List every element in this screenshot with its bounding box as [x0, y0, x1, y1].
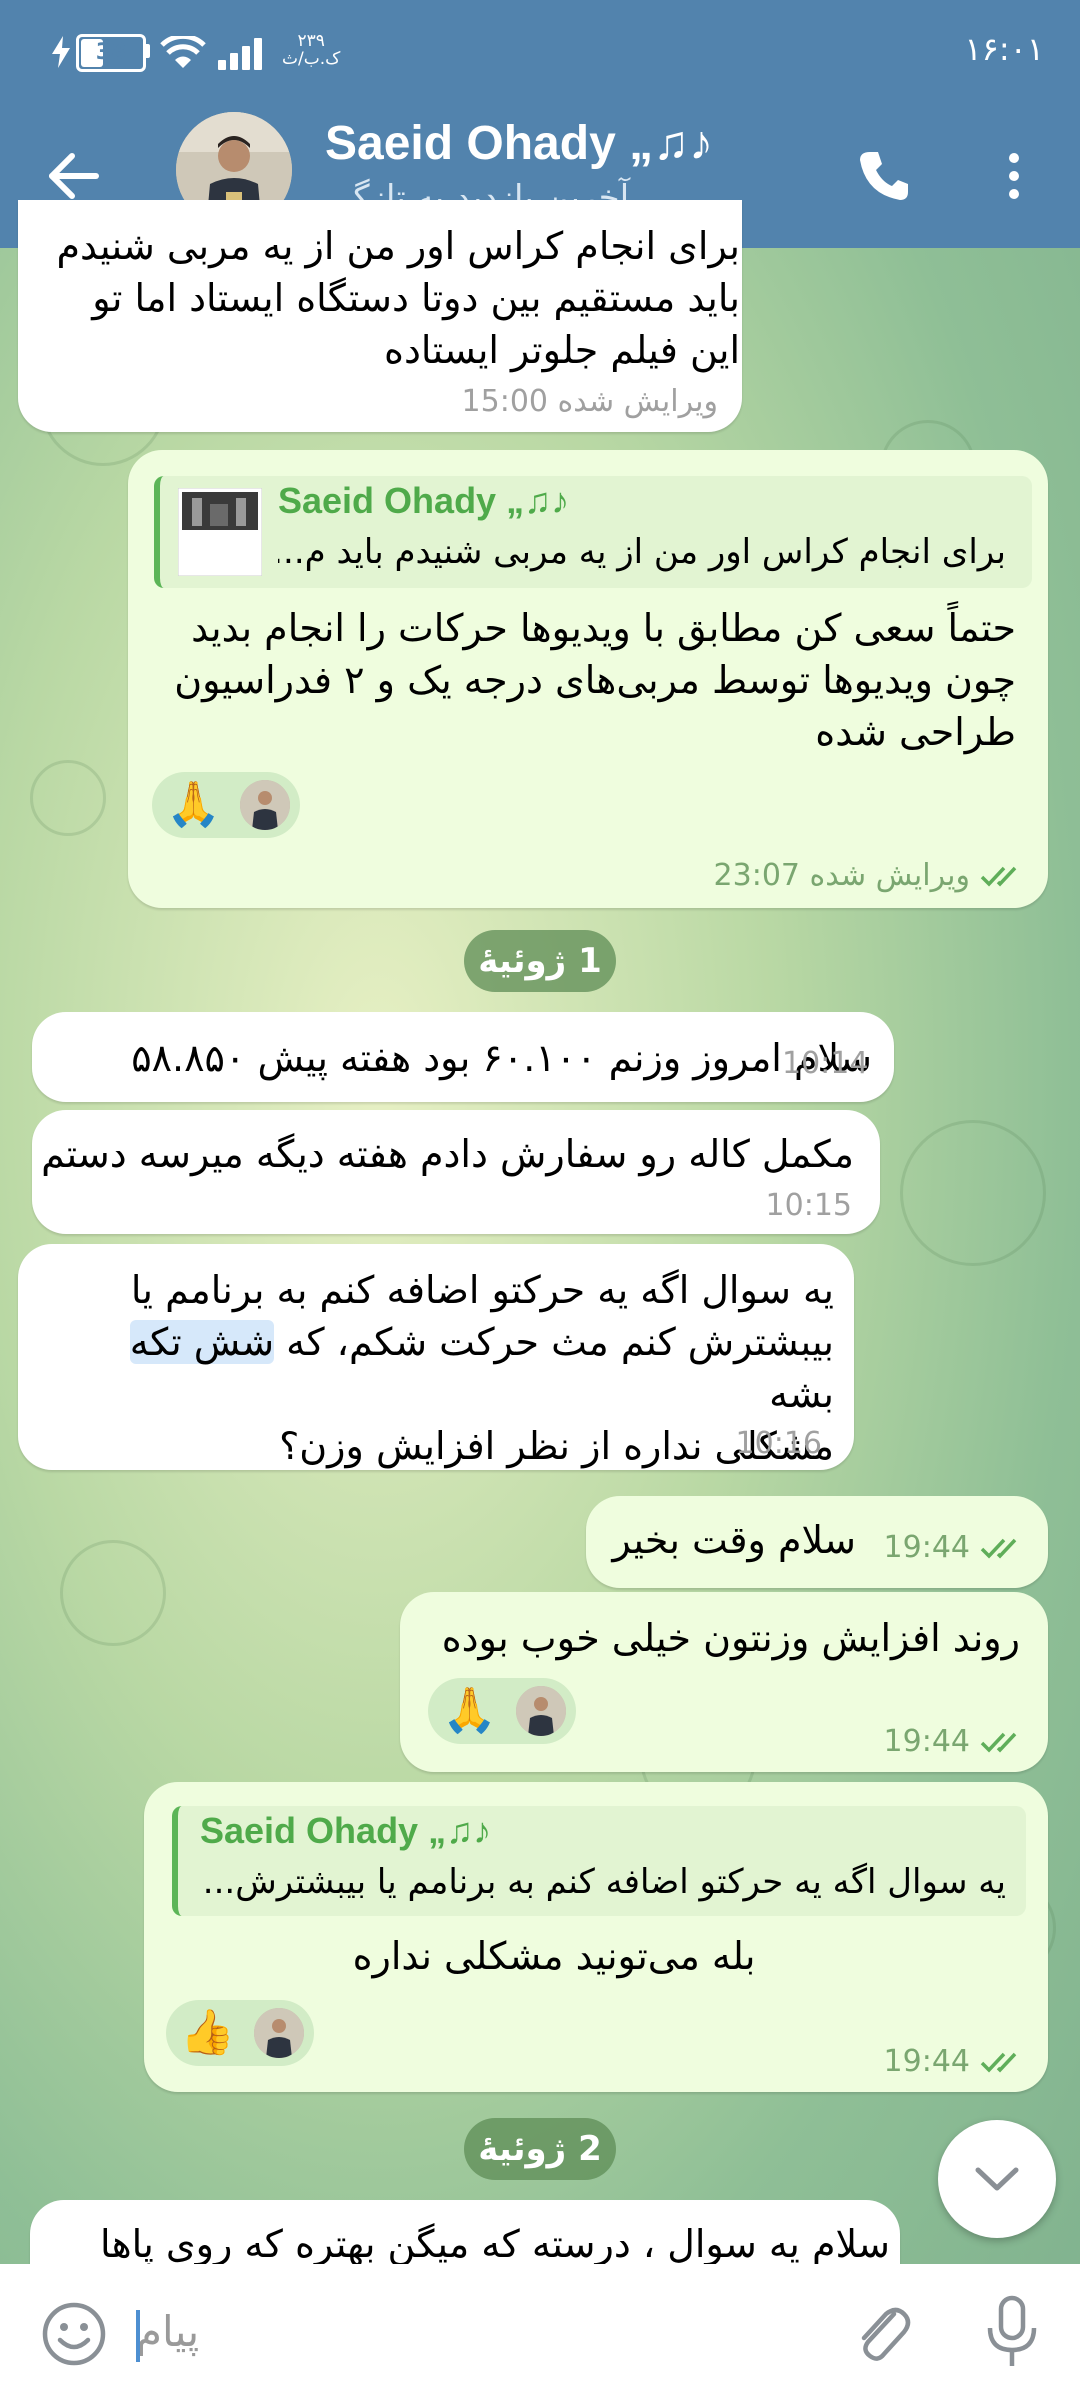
- back-arrow-icon[interactable]: [44, 146, 104, 206]
- reaction-emoji: 👍: [180, 2007, 235, 2058]
- contact-name[interactable]: Saeid Ohady „♫♪: [325, 116, 713, 171]
- message-time: 19:44: [884, 1724, 1026, 1759]
- reaction-chip[interactable]: 🙏: [152, 772, 300, 838]
- reply-author: Saeid Ohady „♫♪: [200, 1810, 492, 1851]
- mic-icon[interactable]: [982, 2294, 1042, 2372]
- wifi-icon: [160, 36, 206, 68]
- reaction-avatar: [516, 1686, 566, 1736]
- double-check-icon: [980, 866, 1017, 887]
- reply-quote: برای انجام کراس اور من از یه مربی شنیدم …: [278, 532, 1006, 572]
- message-incoming[interactable]: یه سوال اگه یه حرکتو اضافه کنم به برنامم…: [18, 1244, 854, 1470]
- double-check-icon: [980, 1732, 1017, 1753]
- chevron-down-icon: [975, 2167, 1019, 2191]
- message-time: 10:16: [735, 1426, 822, 1461]
- date-separator: 1 ژوئیهٔ: [464, 930, 616, 992]
- battery-level: 38: [95, 40, 127, 65]
- highlighted-text: شش تکه: [129, 1320, 275, 1364]
- phone-icon[interactable]: [852, 144, 916, 208]
- message-time: ویرایش شده 23:07: [714, 858, 1026, 893]
- reply-thumbnail: [178, 488, 262, 576]
- message-outgoing[interactable]: Saeid Ohady „♫♪ یه سوال اگه یه حرکتو اضا…: [144, 1782, 1048, 2092]
- message-text: مکمل کاله رو سفارش دادم هفته دیگه میرسه …: [41, 1132, 854, 1176]
- message-time: 19:44: [884, 2044, 1026, 2079]
- double-check-icon: [980, 2052, 1017, 2073]
- network-speed: ۲۳۹ ک.ب/ث: [282, 31, 341, 69]
- reply-preview[interactable]: Saeid Ohady „♫♪ یه سوال اگه یه حرکتو اضا…: [172, 1806, 1026, 1916]
- message-time: 10:14: [782, 1046, 869, 1081]
- message-text: یه سوال اگه یه حرکتو اضافه کنم به برنامم…: [129, 1268, 834, 1468]
- message-text: برای انجام کراس اور من از یه مربی شنیدم …: [56, 224, 740, 372]
- message-composer: پیام: [0, 2264, 1080, 2400]
- message-time: ویرایش شده 15:00: [461, 384, 718, 419]
- message-incoming[interactable]: برای انجام کراس اور من از یه مربی شنیدم …: [18, 200, 742, 432]
- message-text: سلام امروز وزنم ۶۰.۱۰۰ بود هفته پیش ۵۸.۸…: [131, 1036, 872, 1080]
- charging-icon: [52, 36, 70, 68]
- more-vert-icon[interactable]: [996, 144, 1032, 208]
- message-text: روند افزایش وزنتون خیلی خوب بوده: [441, 1616, 1020, 1660]
- status-bar: 38 ۲۳۹ ک.ب/ث ۱۶:۰۱: [0, 0, 1080, 100]
- signal-icon: [218, 34, 268, 70]
- reply-quote: یه سوال اگه یه حرکتو اضافه کنم به برنامم…: [202, 1862, 1006, 1902]
- clock: ۱۶:۰۱: [964, 30, 1044, 68]
- double-check-icon: [980, 1538, 1017, 1559]
- reaction-emoji: 🙏: [166, 779, 221, 830]
- reaction-chip[interactable]: 👍: [166, 2000, 314, 2066]
- message-text: حتماً سعی کن مطابق با ویدیوها حرکات را ا…: [174, 606, 1016, 754]
- message-outgoing[interactable]: روند افزایش وزنتون خیلی خوب بوده 🙏 19:44: [400, 1592, 1048, 1772]
- message-outgoing[interactable]: سلام وقت بخیر 19:44: [586, 1496, 1048, 1588]
- attach-icon[interactable]: [850, 2298, 914, 2370]
- reaction-emoji: 🙏: [442, 1685, 497, 1736]
- date-separator: 2 ژوئیهٔ: [464, 2118, 616, 2180]
- message-input[interactable]: پیام: [136, 2294, 776, 2370]
- reaction-avatar: [254, 2008, 304, 2058]
- reaction-avatar: [240, 780, 290, 830]
- message-text: بله می‌تونید مشکلی نداره: [352, 1934, 756, 1978]
- reply-preview[interactable]: Saeid Ohady „♫♪ برای انجام کراس اور من ا…: [154, 476, 1032, 588]
- message-text: سلام یه سوال ، درسته که میگن بهتره که رو…: [100, 2222, 890, 2266]
- battery-indicator: 38: [76, 34, 146, 72]
- message-time: 19:44: [884, 1530, 1026, 1565]
- message-outgoing[interactable]: Saeid Ohady „♫♪ برای انجام کراس اور من ا…: [128, 450, 1048, 908]
- emoji-icon[interactable]: [40, 2300, 108, 2368]
- message-time: 10:15: [765, 1188, 852, 1223]
- message-incoming[interactable]: مکمل کاله رو سفارش دادم هفته دیگه میرسه …: [32, 1110, 880, 1234]
- message-incoming[interactable]: سلام امروز وزنم ۶۰.۱۰۰ بود هفته پیش ۵۸.۸…: [32, 1012, 894, 1102]
- reply-author: Saeid Ohady „♫♪: [278, 480, 570, 521]
- message-text: سلام وقت بخیر: [612, 1518, 856, 1562]
- scroll-to-bottom-button[interactable]: [938, 2120, 1056, 2238]
- reaction-chip[interactable]: 🙏: [428, 1678, 576, 1744]
- text-cursor: [136, 2310, 140, 2362]
